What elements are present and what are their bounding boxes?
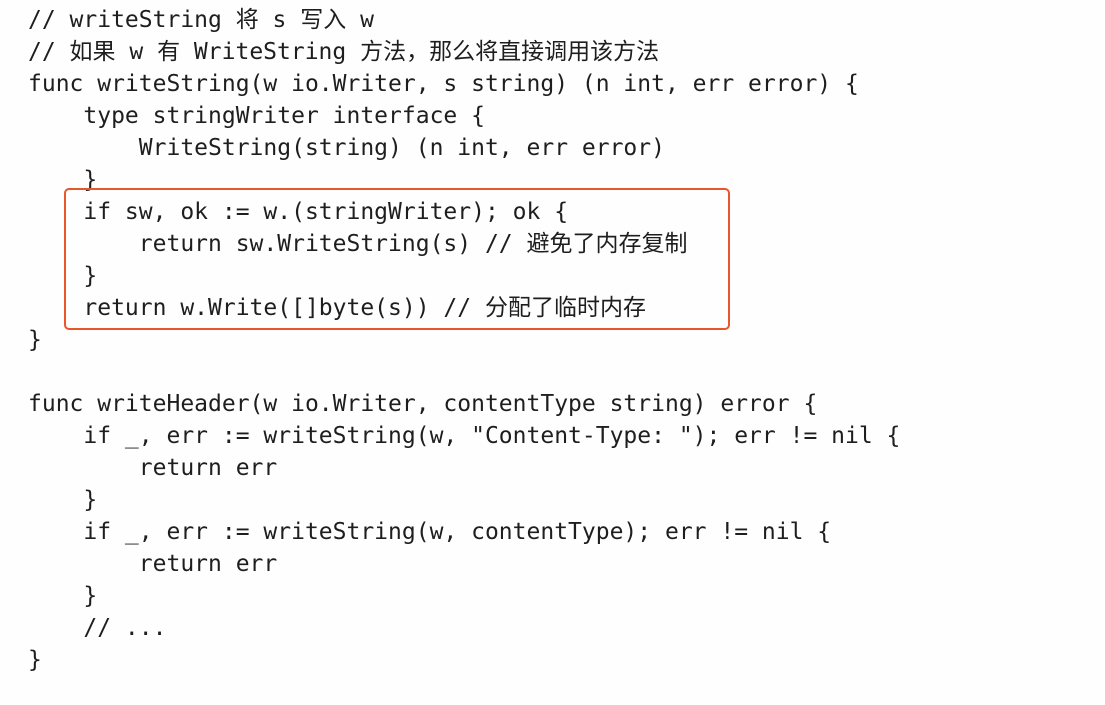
code-line-if-content-type: if _, err := writeString(w, "Content-Typ… [28, 423, 901, 449]
code-line-func-writeheader: func writeHeader(w io.Writer, contentTyp… [28, 391, 818, 417]
code-line-comment-1: // writeString 将 s 写入 w [28, 7, 374, 33]
code-line-comment-2: // 如果 w 有 WriteString 方法，那么将直接调用该方法 [28, 39, 660, 65]
code-listing: // writeString 将 s 写入 w // 如果 w 有 WriteS… [28, 4, 900, 676]
code-line-return-err-1: return err [28, 455, 278, 481]
code-line-return-err-2: return err [28, 551, 278, 577]
code-line-ellipsis-comment: // ... [28, 615, 167, 641]
code-line-if-close-3: } [28, 583, 98, 609]
code-line-func-close-2: } [28, 647, 42, 673]
code-line-interface-method: WriteString(string) (n int, err error) [28, 135, 665, 161]
highlight-box [64, 188, 730, 330]
code-line-if-contenttype-var: if _, err := writeString(w, contentType)… [28, 519, 832, 545]
code-line-if-close-2: } [28, 487, 98, 513]
code-line-func-writestring: func writeString(w io.Writer, s string) … [28, 71, 859, 97]
code-line-type-interface: type stringWriter interface { [28, 103, 485, 129]
code-page: // writeString 将 s 写入 w // 如果 w 有 WriteS… [0, 0, 1105, 705]
